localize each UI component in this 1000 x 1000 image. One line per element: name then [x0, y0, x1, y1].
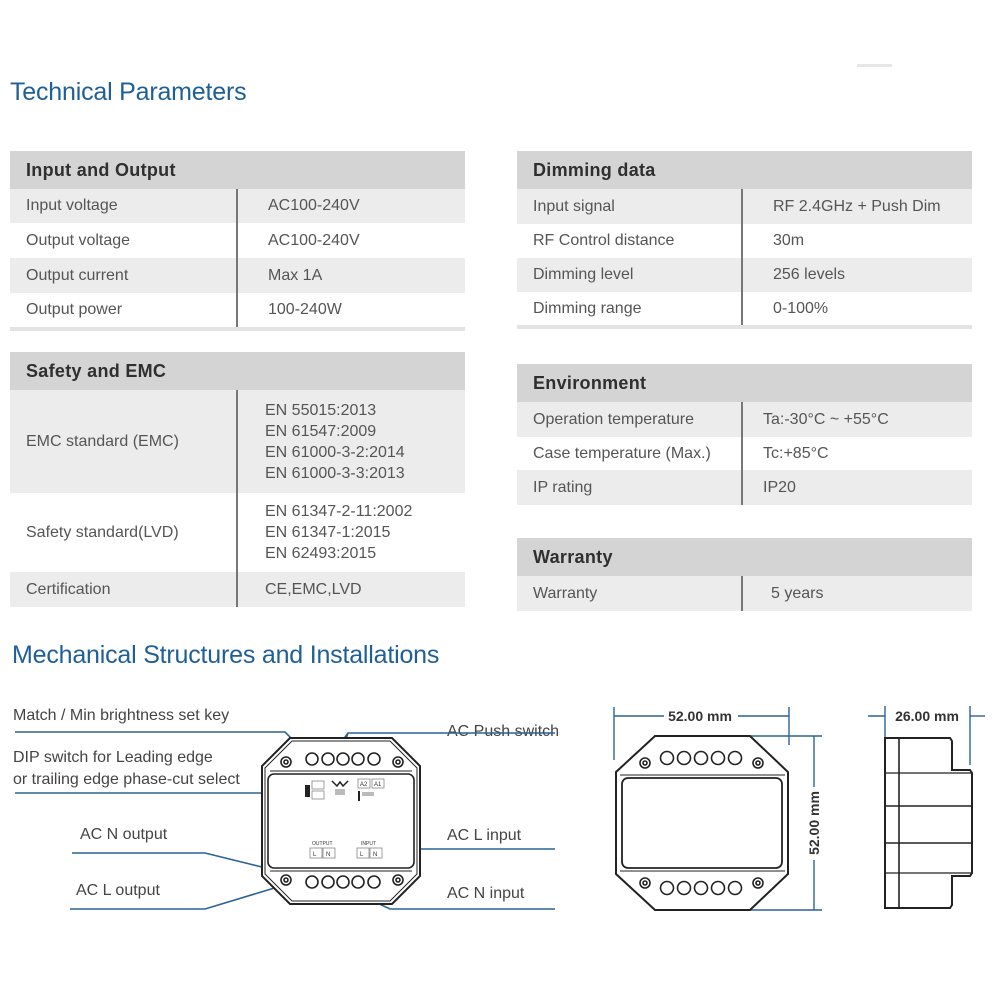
table-row: Output voltage AC100-240V: [10, 223, 465, 258]
row-label: IP rating: [517, 470, 743, 505]
table-row: Input voltage AC100-240V: [10, 189, 465, 223]
width-dimension-label: 52.00 mm: [668, 708, 732, 724]
row-value: 5 years: [771, 584, 824, 602]
callout-n-output: AC N output: [80, 826, 168, 843]
row-values: EN 61347-2-11:2002 EN 61347-1:2015 EN 62…: [238, 493, 412, 572]
table-row: Warranty 5 years: [517, 576, 972, 611]
row-label: Input signal: [517, 189, 743, 224]
row-value: 100-240W: [268, 301, 342, 318]
row-label: Warranty: [517, 576, 743, 611]
table-header: Safety and EMC: [10, 352, 465, 390]
row-label: Safety standard(LVD): [10, 493, 238, 572]
callout-match-key: Match / Min brightness set key: [13, 707, 230, 724]
mechanical-structures-title: Mechanical Structures and Installations: [12, 641, 440, 669]
row-label: Dimming range: [517, 292, 743, 325]
a2-label: A2: [360, 782, 368, 788]
row-value: RF 2.4GHz + Push Dim: [773, 197, 941, 215]
leader-n-output: [72, 852, 291, 875]
callout-dip-line1: DIP switch for Leading edge: [13, 749, 213, 766]
row-label: Operation temperature: [517, 402, 743, 437]
table-row: RF Control distance 30m: [517, 224, 972, 258]
row-label: EMC standard (EMC): [10, 390, 238, 493]
row-label: Dimming level: [517, 258, 743, 292]
table-footer-rule: [10, 327, 465, 331]
row-label: Output current: [10, 258, 238, 293]
table-row: Certification CE,EMC,LVD: [10, 572, 465, 607]
table-row: Input signal RF 2.4GHz + Push Dim: [517, 189, 972, 224]
environment-table: Environment Operation temperature Ta:-30…: [517, 364, 972, 505]
output-n-label: N: [326, 852, 330, 858]
row-value: 0-100%: [773, 299, 829, 317]
table-row: IP rating IP20: [517, 470, 972, 505]
input-label: INPUT: [361, 841, 376, 847]
row-value: Ta:-30°C ~ +55°C: [763, 410, 889, 428]
table-row: Dimming range 0-100%: [517, 292, 972, 325]
height-dimension-label: 52.00 mm: [806, 791, 822, 855]
leader-push-switch-b: [339, 732, 349, 758]
row-label: RF Control distance: [517, 224, 743, 258]
standard-item: EN 61347-2-11:2002: [265, 503, 413, 520]
input-output-table: Input and Output Input voltage AC100-240…: [10, 151, 465, 331]
row-label: Output power: [10, 293, 238, 327]
safety-emc-table: Safety and EMC EMC standard (EMC) EN 550…: [10, 352, 465, 607]
row-value: Max 1A: [268, 266, 323, 284]
a1-label: A1: [374, 782, 382, 788]
leader-l-input: [324, 848, 555, 878]
standard-item: EN 62493:2015: [265, 545, 377, 562]
callout-l-output: AC L output: [76, 882, 160, 899]
input-l-label: L: [360, 852, 364, 858]
standard-item: EN 61347-1:2015: [265, 524, 391, 541]
row-label: Case temperature (Max.): [517, 437, 743, 470]
table-row: Output current Max 1A: [10, 258, 465, 293]
warranty-table: Warranty Warranty 5 years: [517, 538, 972, 611]
row-label: Output voltage: [10, 223, 238, 258]
callout-push-switch: AC Push switch: [447, 723, 560, 740]
table-header: Warranty: [517, 538, 972, 576]
device-front-dimensioned: 52.00 mm 52.00 mm: [613, 707, 822, 911]
standard-item: EN 61547:2009: [265, 422, 377, 440]
dip-switch-icon: [305, 785, 310, 797]
callout-l-input: AC L input: [447, 827, 522, 844]
row-label: Certification: [10, 572, 238, 607]
row-values: EN 55015:2013 EN 61547:2009 EN 61000-3-2…: [238, 390, 405, 493]
output-l-label: L: [313, 852, 317, 858]
device-label-area: A2 A1 OUTPUT INPUT L N L N: [305, 778, 385, 859]
terminal-screws-bottom: [280, 874, 404, 889]
terminal-screws-top: [280, 752, 404, 768]
output-label: OUTPUT: [312, 841, 333, 847]
table-header: Input and Output: [10, 151, 465, 189]
callout-n-input: AC N input: [447, 885, 525, 902]
table-footer-rule: [517, 325, 972, 329]
row-value: AC100-240V: [268, 197, 360, 214]
technical-parameters-title: Technical Parameters: [10, 78, 247, 106]
standard-item: EN 61000-3-3:2013: [265, 464, 405, 482]
row-value: Tc:+85°C: [763, 444, 829, 462]
row-value: IP20: [763, 478, 796, 496]
table-row: Output power 100-240W: [10, 293, 465, 327]
depth-dimension-label: 26.00 mm: [895, 708, 959, 724]
row-value: 30m: [773, 232, 805, 249]
table-header: Environment: [517, 364, 972, 402]
callout-dip-line2: or trailing edge phase-cut select: [13, 771, 240, 788]
device-side-dimensioned: 26.00 mm: [868, 706, 985, 909]
row-values: CE,EMC,LVD: [238, 572, 362, 607]
table-header: Dimming data: [517, 151, 972, 189]
logo-icon: [331, 780, 349, 788]
table-row: Dimming level 256 levels: [517, 258, 972, 292]
row-label: Input voltage: [10, 189, 238, 223]
header-artifact: [857, 64, 892, 67]
standard-item: EN 61000-3-2:2014: [265, 443, 405, 461]
table-row: Case temperature (Max.) Tc:+85°C: [517, 437, 972, 470]
dimming-data-table: Dimming data Input signal RF 2.4GHz + Pu…: [517, 151, 972, 329]
certification-value: CE,EMC,LVD: [265, 580, 362, 598]
device-front-annotated: [261, 737, 421, 905]
row-value: 256 levels: [773, 266, 846, 283]
table-row: Operation temperature Ta:-30°C ~ +55°C: [517, 402, 972, 437]
row-value: AC100-240V: [268, 231, 360, 249]
table-row: EMC standard (EMC) EN 55015:2013 EN 6154…: [10, 390, 465, 493]
input-n-label: N: [373, 852, 377, 858]
standard-item: EN 55015:2013: [265, 401, 377, 419]
table-row: Safety standard(LVD) EN 61347-2-11:2002 …: [10, 493, 465, 572]
